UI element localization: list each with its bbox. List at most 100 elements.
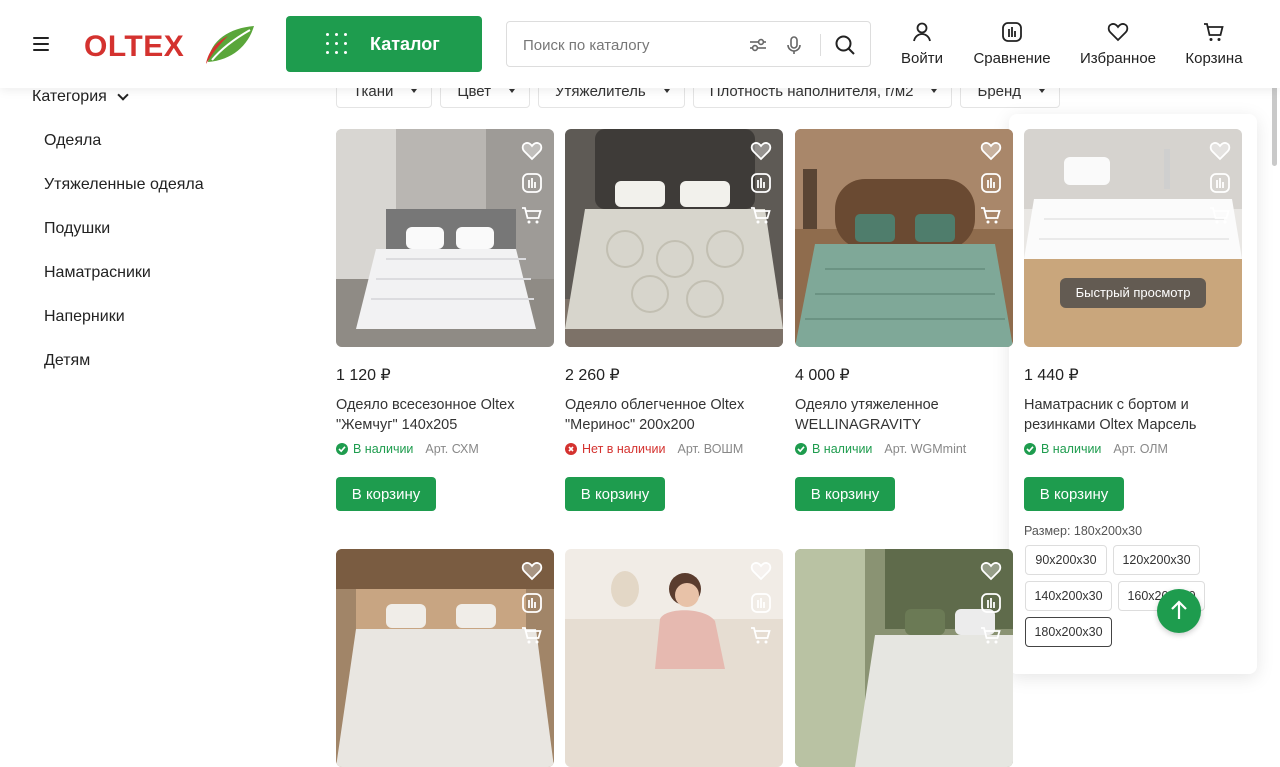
login-link[interactable]: Войти — [900, 20, 944, 67]
caret-down-icon — [663, 89, 670, 93]
product-image[interactable] — [336, 549, 554, 767]
stock-text: В наличии — [812, 442, 873, 456]
heart-icon — [1107, 23, 1129, 42]
cart-icon — [1204, 23, 1224, 41]
article-code: Арт. ОЛМ — [1113, 442, 1168, 456]
caret-down-icon — [509, 89, 516, 93]
size-option[interactable]: 140x200x30 — [1025, 581, 1112, 611]
product-image[interactable] — [336, 129, 554, 347]
compare-link[interactable]: Сравнение — [972, 20, 1052, 67]
cart-label: Корзина — [1185, 50, 1243, 67]
stock-text: В наличии — [353, 442, 414, 456]
stock-status: В наличии Арт. ОЛМ — [1024, 439, 1242, 459]
product-name[interactable]: Одеяло облегченное Oltex "Меринос" 200x2… — [565, 395, 783, 435]
sidebar-item-weighted-blankets[interactable]: Утяжеленные одеяла — [44, 172, 282, 198]
stock-text: Нет в наличии — [582, 442, 666, 456]
stock-status: В наличии Арт. СХМ — [336, 439, 554, 459]
compare-label: Сравнение — [973, 50, 1051, 67]
logo[interactable]: OLTEX — [84, 22, 256, 66]
size-option[interactable]: 90x200x30 — [1025, 545, 1107, 575]
quick-cart-icon[interactable] — [520, 203, 544, 227]
compare-icon[interactable] — [979, 171, 1003, 195]
filter-settings-icon[interactable] — [747, 34, 769, 56]
stock-status: Нет в наличии Арт. ВОШМ — [565, 439, 783, 459]
compare-icon[interactable] — [749, 171, 773, 195]
product-card[interactable] — [336, 549, 554, 767]
article-code: Арт. ВОШМ — [677, 442, 744, 456]
quick-cart-icon[interactable] — [1208, 203, 1232, 227]
microphone-icon[interactable] — [783, 34, 805, 56]
quick-cart-icon[interactable] — [520, 623, 544, 647]
product-image[interactable] — [795, 549, 1013, 767]
quick-cart-icon[interactable] — [979, 203, 1003, 227]
check-circle-icon — [1024, 443, 1036, 455]
favorites-link[interactable]: Избранное — [1079, 20, 1157, 67]
cross-circle-icon — [565, 443, 577, 455]
article-code: Арт. WGMmint — [884, 442, 967, 456]
caret-down-icon — [411, 89, 418, 93]
cart-link[interactable]: Корзина — [1185, 20, 1243, 67]
size-option[interactable]: 120x200x30 — [1113, 545, 1200, 575]
add-to-cart-button[interactable]: В корзину — [565, 477, 665, 511]
product-image[interactable] — [795, 129, 1013, 347]
product-card[interactable]: 1 120 ₽ Одеяло всесезонное Oltex "Жемчуг… — [336, 129, 554, 511]
size-label: Размер: 180x200x30 — [1024, 524, 1143, 538]
product-name[interactable]: Одеяло всесезонное Oltex "Жемчуг" 140x20… — [336, 395, 554, 435]
site-header: OLTEX Каталог Поиск по каталогу Войти Ср… — [0, 0, 1280, 88]
sidebar-item-mattress-toppers[interactable]: Наматрасники — [44, 260, 282, 286]
compare-icon[interactable] — [749, 591, 773, 615]
menu-icon[interactable] — [30, 32, 54, 56]
heart-icon[interactable] — [520, 139, 544, 163]
heart-icon[interactable] — [749, 139, 773, 163]
catalog-button[interactable]: Каталог — [286, 16, 482, 72]
product-image[interactable] — [565, 549, 783, 767]
product-card[interactable]: 2 260 ₽ Одеяло облегченное Oltex "Мерино… — [565, 129, 783, 511]
compare-icon[interactable] — [520, 171, 544, 195]
search-icon[interactable] — [834, 34, 856, 56]
search-separator — [820, 34, 821, 56]
search-input[interactable] — [523, 34, 733, 56]
scroll-to-top-button[interactable] — [1157, 589, 1201, 633]
compare-icon[interactable] — [979, 591, 1003, 615]
heart-icon[interactable] — [979, 559, 1003, 583]
chevron-down-icon — [117, 89, 129, 101]
sidebar-item-pillows[interactable]: Подушки — [44, 216, 282, 242]
product-card[interactable] — [795, 549, 1013, 767]
quick-cart-icon[interactable] — [749, 623, 773, 647]
caret-down-icon — [1039, 89, 1046, 93]
add-to-cart-button[interactable]: В корзину — [795, 477, 895, 511]
sidebar-item-pillowcases[interactable]: Наперники — [44, 304, 282, 330]
heart-icon[interactable] — [979, 139, 1003, 163]
product-name[interactable]: Наматрасник с бортом и резинками Oltex М… — [1024, 395, 1242, 435]
quick-cart-icon[interactable] — [979, 623, 1003, 647]
login-label: Войти — [901, 50, 943, 67]
caret-down-icon — [931, 89, 938, 93]
heart-icon[interactable] — [749, 559, 773, 583]
size-option-selected[interactable]: 180x200x30 — [1025, 617, 1112, 647]
heart-icon[interactable] — [520, 559, 544, 583]
heart-icon[interactable] — [1208, 139, 1232, 163]
product-card[interactable]: Быстрый просмотр 1 440 ₽ Наматрасник с б… — [1024, 129, 1242, 511]
add-to-cart-button[interactable]: В корзину — [336, 477, 436, 511]
compare-icon[interactable] — [520, 591, 544, 615]
article-code: Арт. СХМ — [425, 442, 479, 456]
quick-cart-icon[interactable] — [749, 203, 773, 227]
check-circle-icon — [795, 443, 807, 455]
product-price: 4 000 ₽ — [795, 367, 850, 384]
add-to-cart-button[interactable]: В корзину — [1024, 477, 1124, 511]
quick-view-button[interactable]: Быстрый просмотр — [1060, 278, 1206, 308]
grid-dots-icon — [326, 33, 348, 55]
compare-icon[interactable] — [1208, 171, 1232, 195]
stock-text: В наличии — [1041, 442, 1102, 456]
sidebar-item-kids[interactable]: Детям — [44, 348, 282, 374]
check-circle-icon — [336, 443, 348, 455]
product-card[interactable] — [565, 549, 783, 767]
product-price: 1 120 ₽ — [336, 367, 391, 384]
product-image[interactable]: Быстрый просмотр — [1024, 129, 1242, 347]
product-image[interactable] — [565, 129, 783, 347]
sidebar-item-blankets[interactable]: Одеяла — [44, 128, 282, 154]
product-card[interactable]: 4 000 ₽ Одеяло утяжеленное WELLINAGRAVIT… — [795, 129, 1013, 511]
product-name[interactable]: Одеяло утяжеленное WELLINAGRAVITY — [795, 395, 1013, 435]
search-bar — [506, 21, 871, 67]
product-price: 2 260 ₽ — [565, 367, 620, 384]
